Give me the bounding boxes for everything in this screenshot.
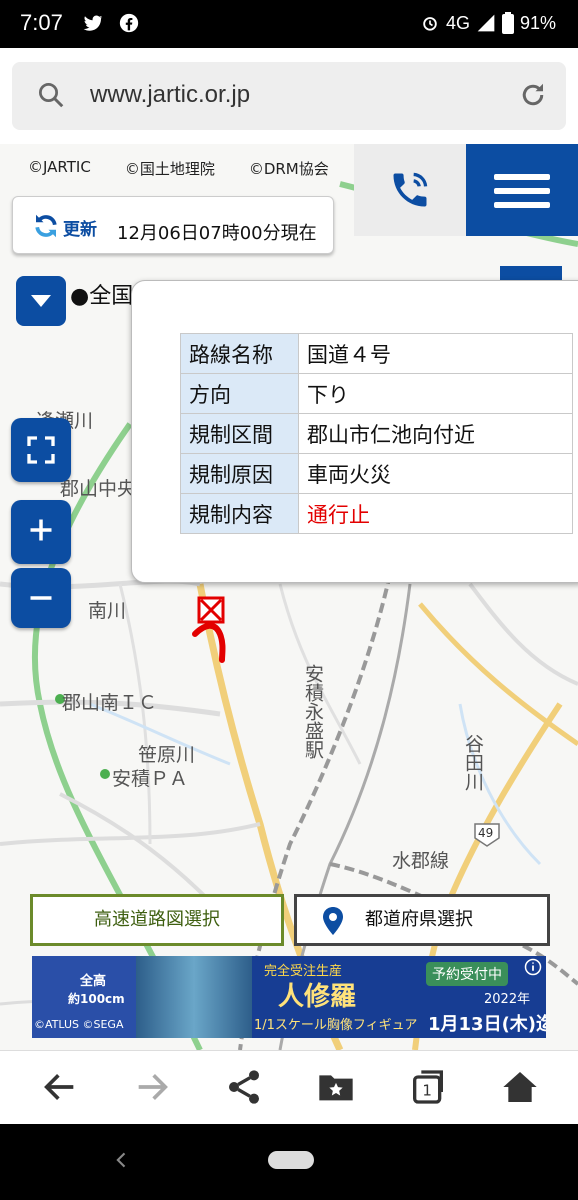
refresh-label: 更新 [63, 220, 97, 240]
prefecture-select-button[interactable]: 都道府県選択 [294, 894, 550, 946]
table-row: 路線名称 国道４号 [180, 333, 573, 374]
battery-icon [501, 12, 514, 34]
road-closed-icon[interactable] [197, 596, 225, 624]
prefecture-select-label: 都道府県選択 [365, 909, 473, 930]
system-nav-bar [0, 1124, 578, 1200]
route-shield-label: 49 [478, 826, 494, 840]
traffic-map[interactable]: 郡山中央 逢瀬川 南川 郡山南ＩＣ 笹原川 安積ＰＡ 安積永盛駅 谷田川 水郡線… [0, 144, 578, 1050]
table-row: 規制原因 車両火災 [180, 453, 573, 494]
tabs-icon[interactable]: 1 [408, 1067, 448, 1107]
system-home-pill[interactable] [268, 1151, 314, 1169]
row-value: 車両火災 [298, 453, 573, 494]
ad-text: 全高 [80, 974, 107, 989]
network-label: 4G [445, 12, 470, 33]
call-button[interactable] [354, 144, 466, 236]
credit-jartic: ©JARTIC [28, 158, 91, 176]
svg-text:1: 1 [422, 1081, 432, 1099]
row-key: 規制区間 [180, 413, 299, 454]
row-value: 国道４号 [298, 333, 573, 374]
ad-text: ©ATLUS ©SEGA [34, 1018, 124, 1031]
highway-map-select-button[interactable]: 高速道路図選択 [30, 894, 284, 946]
map-label: 郡山中央 [60, 478, 137, 500]
browser-address-area: www.jartic.or.jp [0, 48, 578, 144]
incident-info-table: 路線名称 国道４号 方向 下り 規制区間 郡山市仁池向付近 規制原因 車両火災 … [180, 333, 573, 534]
map-label: 安積永盛駅 [302, 664, 324, 759]
news-ticker[interactable]: ●全国 [70, 278, 133, 310]
fullscreen-icon [27, 436, 55, 464]
map-label: 南川 [88, 600, 127, 622]
dropdown-toggle-button[interactable] [16, 276, 66, 326]
status-bar: 7:07 4G 91% [0, 0, 578, 48]
ad-text: 1月13日(木)迄 [428, 1014, 546, 1035]
minus-icon [30, 596, 52, 600]
table-row: 方向 下り [180, 373, 573, 414]
twitter-icon [83, 15, 103, 31]
row-key: 方向 [180, 373, 299, 414]
map-label: 笹原川 [138, 744, 196, 766]
system-back-icon[interactable] [112, 1150, 132, 1170]
ad-banner[interactable]: 全高 約100cm ©ATLUS ©SEGA 完全受注生産 人修羅 1/1スケー… [32, 956, 546, 1038]
menu-button[interactable] [466, 144, 578, 236]
menu-icon-bar [494, 202, 550, 208]
forward-arrow-icon[interactable] [132, 1067, 172, 1107]
reload-icon[interactable] [518, 80, 548, 110]
ad-text: 人修羅 [278, 982, 357, 1012]
signal-icon [477, 14, 495, 32]
updated-time: 12月06日07時00分現在 [117, 223, 317, 244]
map-label: 谷田川 [462, 734, 484, 791]
row-key: 規制内容 [180, 493, 299, 534]
location-pin-icon [323, 907, 343, 935]
battery-label: 91% [519, 12, 556, 33]
zoom-in-button[interactable] [11, 500, 71, 564]
map-label: 郡山南ＩＣ [62, 692, 158, 714]
phone-icon [393, 172, 428, 207]
search-icon [39, 83, 64, 108]
ad-text: 約100cm [68, 992, 125, 1006]
credit-gsi: ©国土地理院 [124, 160, 215, 178]
map-credits: ©JARTIC ©国土地理院 ©DRM協会 [28, 158, 329, 179]
status-right: 4G 91% [420, 12, 556, 34]
row-value: 下り [298, 373, 573, 414]
alarm-icon [423, 17, 437, 31]
refresh-icon [35, 214, 57, 238]
ad-text: 予約受付中 [426, 962, 508, 986]
credit-drm: ©DRM協会 [248, 160, 329, 178]
ad-info-icon[interactable] [524, 958, 542, 976]
share-icon[interactable] [224, 1067, 264, 1107]
row-key: 規制原因 [180, 453, 299, 494]
url-text[interactable]: www.jartic.or.jp [90, 81, 250, 109]
map-label: 水郡線 [392, 850, 450, 872]
address-bar[interactable]: www.jartic.or.jp [12, 62, 566, 130]
row-value: 郡山市仁池向付近 [298, 413, 573, 454]
zoom-out-button[interactable] [11, 568, 71, 628]
bookmarks-icon[interactable] [316, 1067, 356, 1107]
map-label: 安積ＰＡ [112, 768, 189, 790]
ad-text: 2022年 [484, 992, 531, 1007]
chevron-down-icon [31, 295, 51, 307]
table-row: 規制区間 郡山市仁池向付近 [180, 413, 573, 454]
browser-toolbar: 1 [0, 1050, 578, 1124]
fullscreen-button[interactable] [11, 418, 71, 482]
facebook-icon [119, 13, 139, 33]
plus-icon [30, 519, 52, 541]
menu-icon-bar [494, 188, 550, 194]
home-icon[interactable] [500, 1067, 540, 1107]
refresh-panel[interactable]: 更新 12月06日07時00分現在 [12, 196, 334, 254]
menu-icon-bar [494, 174, 550, 180]
table-row: 規制内容 通行止 [180, 493, 573, 534]
ad-figure-image [136, 956, 252, 1038]
row-value: 通行止 [298, 493, 573, 534]
row-key: 路線名称 [180, 333, 299, 374]
back-arrow-icon[interactable] [40, 1067, 80, 1107]
ad-text: 1/1スケール胸像フィギュア [254, 1018, 418, 1033]
status-time: 7:07 [20, 10, 63, 35]
incident-info-popup: 路線名称 国道４号 方向 下り 規制区間 郡山市仁池向付近 規制原因 車両火災 … [131, 280, 578, 583]
